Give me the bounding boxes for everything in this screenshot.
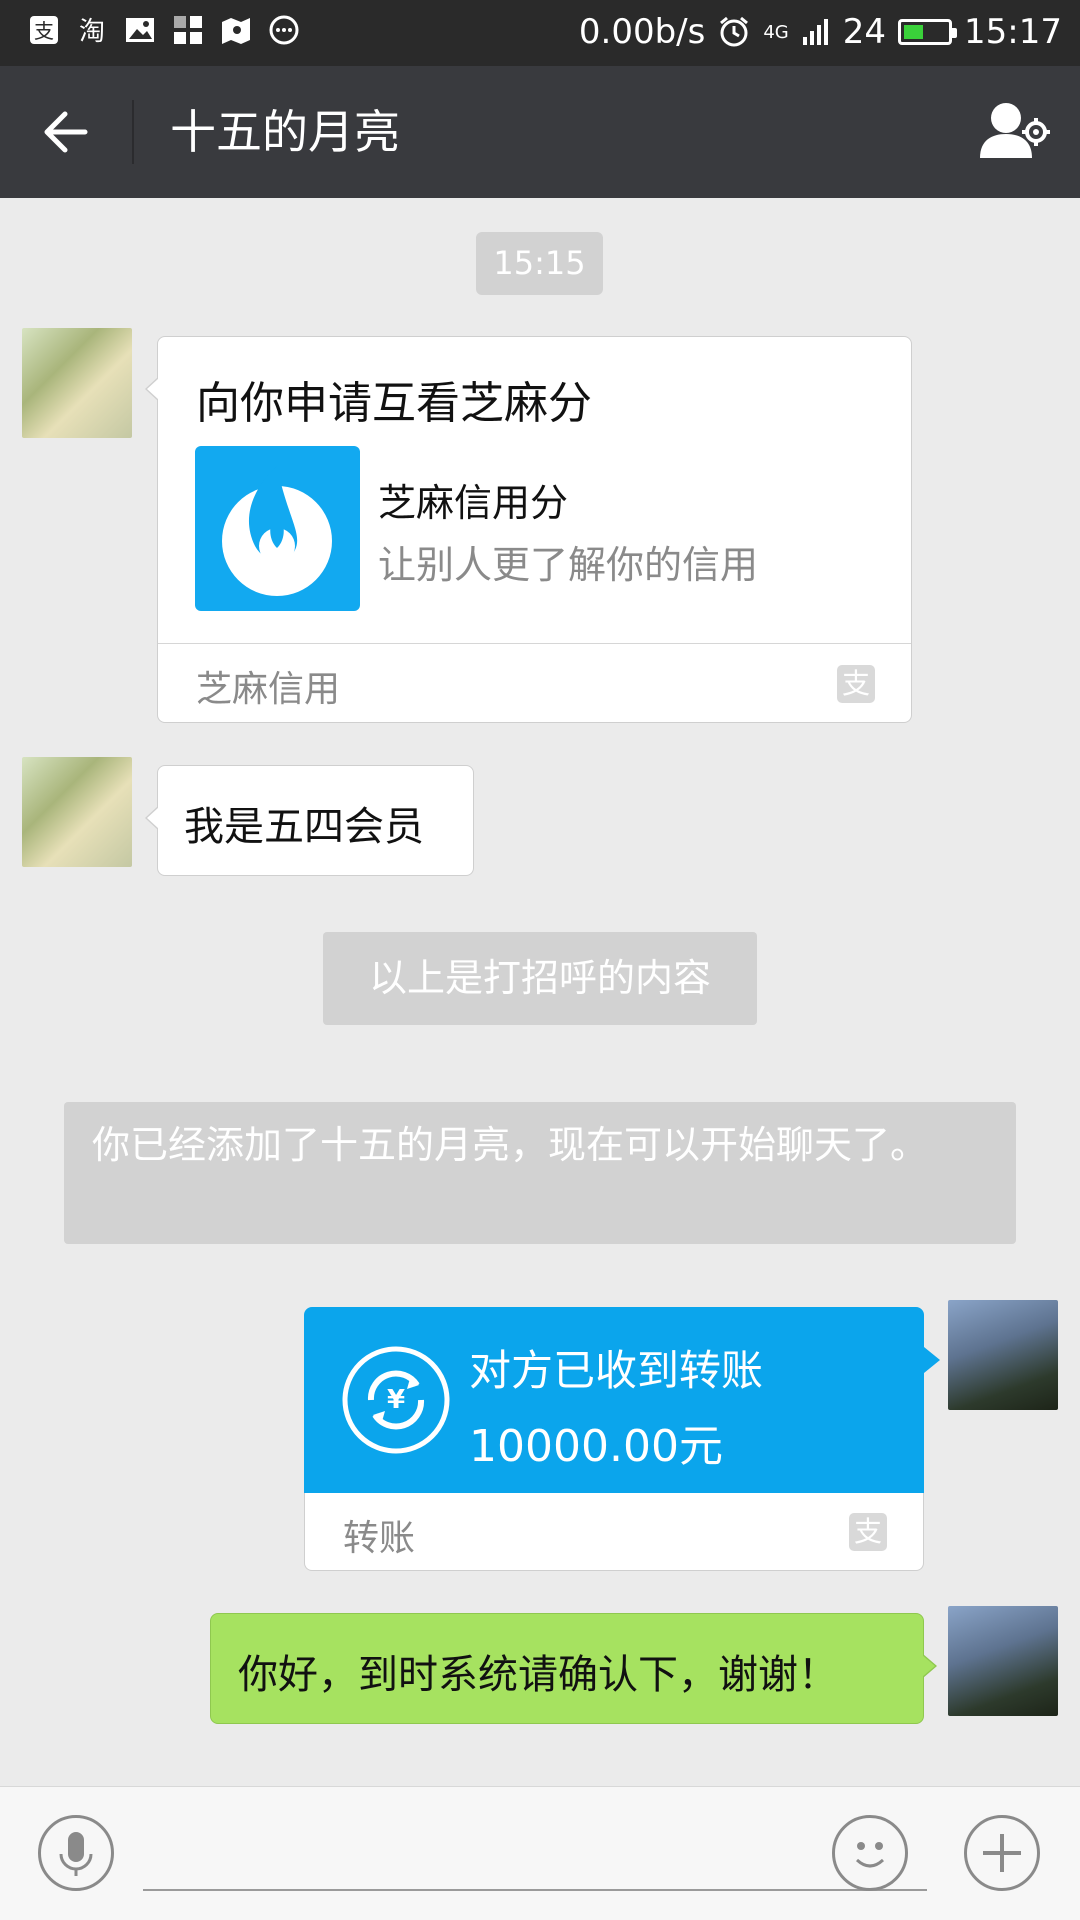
plus-icon xyxy=(983,1834,1021,1872)
transfer-card-header: ¥ 对方已收到转账 10000.00元 xyxy=(304,1307,940,1493)
battery-level: 24 xyxy=(842,12,887,52)
contact-settings-button[interactable] xyxy=(976,96,1054,168)
transfer-amount: 10000.00元 xyxy=(469,1421,723,1472)
more-button[interactable] xyxy=(964,1815,1040,1891)
app-description: 让别人更了解你的信用 xyxy=(378,543,759,587)
transfer-label: 转账 xyxy=(343,1518,416,1559)
voice-button[interactable] xyxy=(38,1815,114,1891)
gallery-icon xyxy=(126,18,154,42)
card-divider xyxy=(158,643,911,644)
chat-title: 十五的月亮 xyxy=(170,105,400,159)
message-text: 你好，到时系统请确认下，谢谢！ xyxy=(238,1652,838,1698)
transfer-received-icon: ¥ xyxy=(341,1345,451,1455)
alipay-icon: 支 xyxy=(30,16,58,44)
microphone-icon xyxy=(59,1832,93,1876)
message-text: 我是五四会员 xyxy=(184,804,424,850)
message-input[interactable] xyxy=(143,1827,927,1891)
alarm-icon xyxy=(720,16,749,47)
alipay-mark-icon: 支 xyxy=(837,665,875,703)
card-source-label: 芝麻信用 xyxy=(196,669,341,710)
card-title: 向你申请互看芝麻分 xyxy=(196,378,592,429)
sesame-credit-card[interactable]: 向你申请互看芝麻分 芝麻信用分 让别人更了解你的信用 芝麻信用 支 xyxy=(145,336,912,723)
back-button[interactable] xyxy=(20,92,110,172)
contact-avatar[interactable] xyxy=(22,328,132,438)
taobao-icon: 淘 xyxy=(79,17,105,46)
emoji-button[interactable] xyxy=(832,1815,908,1891)
contact-avatar[interactable] xyxy=(22,757,132,867)
smiley-icon xyxy=(855,1842,885,1868)
transfer-card[interactable]: ¥ 对方已收到转账 10000.00元 转账 支 xyxy=(304,1307,940,1571)
back-arrow-icon xyxy=(44,111,88,153)
alipay-mark-icon: 支 xyxy=(849,1513,887,1551)
svg-text:淘: 淘 xyxy=(79,17,105,46)
svg-text:¥: ¥ xyxy=(387,1385,405,1415)
more-icon xyxy=(269,15,299,45)
apps-icon xyxy=(174,16,202,44)
transfer-card-footer: 转账 支 xyxy=(304,1493,924,1571)
svg-text:支: 支 xyxy=(34,19,54,43)
my-avatar[interactable] xyxy=(948,1606,1058,1716)
system-notice: 你已经添加了十五的月亮，现在可以开始聊天了。 xyxy=(64,1102,1016,1244)
system-notice: 以上是打招呼的内容 xyxy=(323,932,757,1025)
transfer-status: 对方已收到转账 xyxy=(469,1346,764,1395)
timestamp: 15:15 xyxy=(476,232,603,295)
title-divider xyxy=(132,100,134,164)
my-message-bubble[interactable]: 你好，到时系统请确认下，谢谢！ xyxy=(210,1613,937,1724)
network-type: 4G xyxy=(763,21,789,43)
my-avatar[interactable] xyxy=(948,1300,1058,1410)
map-icon xyxy=(222,18,250,44)
title-bar: 十五的月亮 xyxy=(0,66,1080,198)
message-bubble[interactable]: 我是五四会员 xyxy=(145,765,474,876)
clock: 15:17 xyxy=(964,12,1062,52)
battery-icon xyxy=(898,19,958,45)
sesame-credit-logo-icon xyxy=(195,446,360,611)
input-bar xyxy=(0,1786,1080,1920)
app-name: 芝麻信用分 xyxy=(378,481,569,525)
network-speed: 0.00b/s xyxy=(578,12,706,52)
status-bar: 支 淘 0.00b/s 4G 24 15:17 xyxy=(0,0,1080,66)
signal-icon xyxy=(802,19,828,45)
user-settings-icon xyxy=(980,103,1050,158)
